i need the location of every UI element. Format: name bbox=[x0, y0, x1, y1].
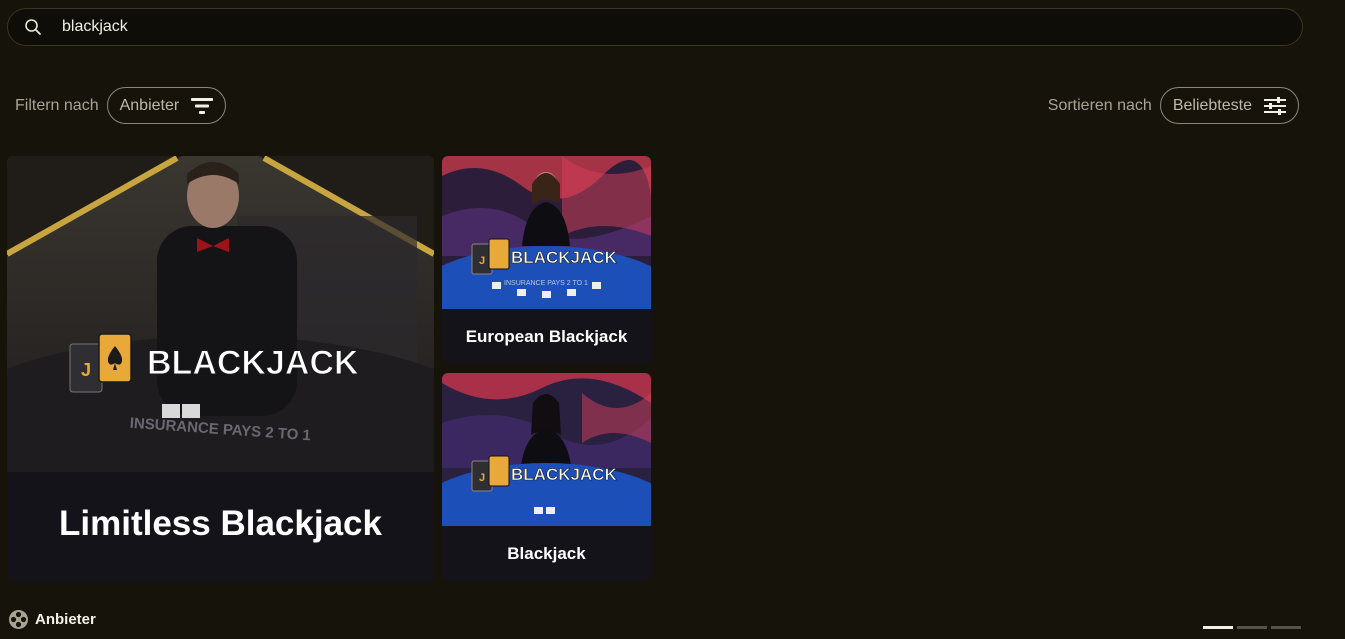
game-tile-blackjack[interactable]: J BLACKJACK Blackjack bbox=[442, 373, 651, 581]
search-bar[interactable] bbox=[7, 8, 1303, 46]
svg-text:J: J bbox=[479, 255, 485, 267]
sort-row: Sortieren nach Beliebteste bbox=[1048, 87, 1299, 124]
game-title: Blackjack bbox=[507, 544, 586, 563]
game-title: Limitless Blackjack bbox=[59, 504, 382, 543]
pager-dot[interactable] bbox=[1271, 626, 1301, 629]
providers-section-header: Anbieter bbox=[8, 609, 96, 630]
game-logo-text: BLACKJACK bbox=[511, 248, 618, 267]
film-reel-icon bbox=[9, 610, 28, 629]
game-title: European Blackjack bbox=[465, 327, 628, 346]
carousel-pager bbox=[1203, 626, 1301, 629]
table-felt-text: INSURANCE PAYS 2 TO 1 bbox=[504, 280, 588, 287]
sort-label: Sortieren nach bbox=[1047, 96, 1152, 114]
filter-row: Filtern nach Anbieter bbox=[15, 87, 227, 124]
game-logo-text: BLACKJACK bbox=[147, 344, 359, 382]
filter-funnel-icon bbox=[191, 97, 214, 114]
pager-dot[interactable] bbox=[1203, 626, 1233, 629]
game-tile-limitless-blackjack[interactable]: J BLACKJACK INSURANCE PAYS 2 TO 1 Limitl… bbox=[7, 156, 434, 582]
sort-button[interactable]: Beliebteste bbox=[1159, 87, 1299, 124]
search-icon[interactable] bbox=[12, 18, 54, 36]
filter-label: Filtern nach bbox=[15, 96, 99, 114]
game-thumbnail: J BLACKJACK INSURANCE PAYS 2 TO 1 bbox=[442, 156, 651, 309]
providers-label: Anbieter bbox=[35, 611, 96, 628]
game-thumbnail: J BLACKJACK INSURANCE PAYS 2 TO 1 bbox=[7, 156, 434, 472]
svg-text:J: J bbox=[81, 360, 91, 380]
search-input[interactable] bbox=[54, 18, 1302, 36]
game-thumbnail: J BLACKJACK bbox=[442, 373, 651, 526]
pager-dot[interactable] bbox=[1237, 626, 1267, 629]
sort-button-label: Beliebteste bbox=[1172, 96, 1252, 114]
game-tile-european-blackjack[interactable]: J BLACKJACK INSURANCE PAYS 2 TO 1 Europe… bbox=[442, 156, 651, 364]
provider-filter-button[interactable]: Anbieter bbox=[106, 87, 227, 124]
provider-filter-label: Anbieter bbox=[119, 96, 180, 114]
game-logo-text: BLACKJACK bbox=[511, 465, 618, 484]
sliders-icon bbox=[1264, 96, 1286, 115]
svg-text:J: J bbox=[479, 472, 485, 484]
